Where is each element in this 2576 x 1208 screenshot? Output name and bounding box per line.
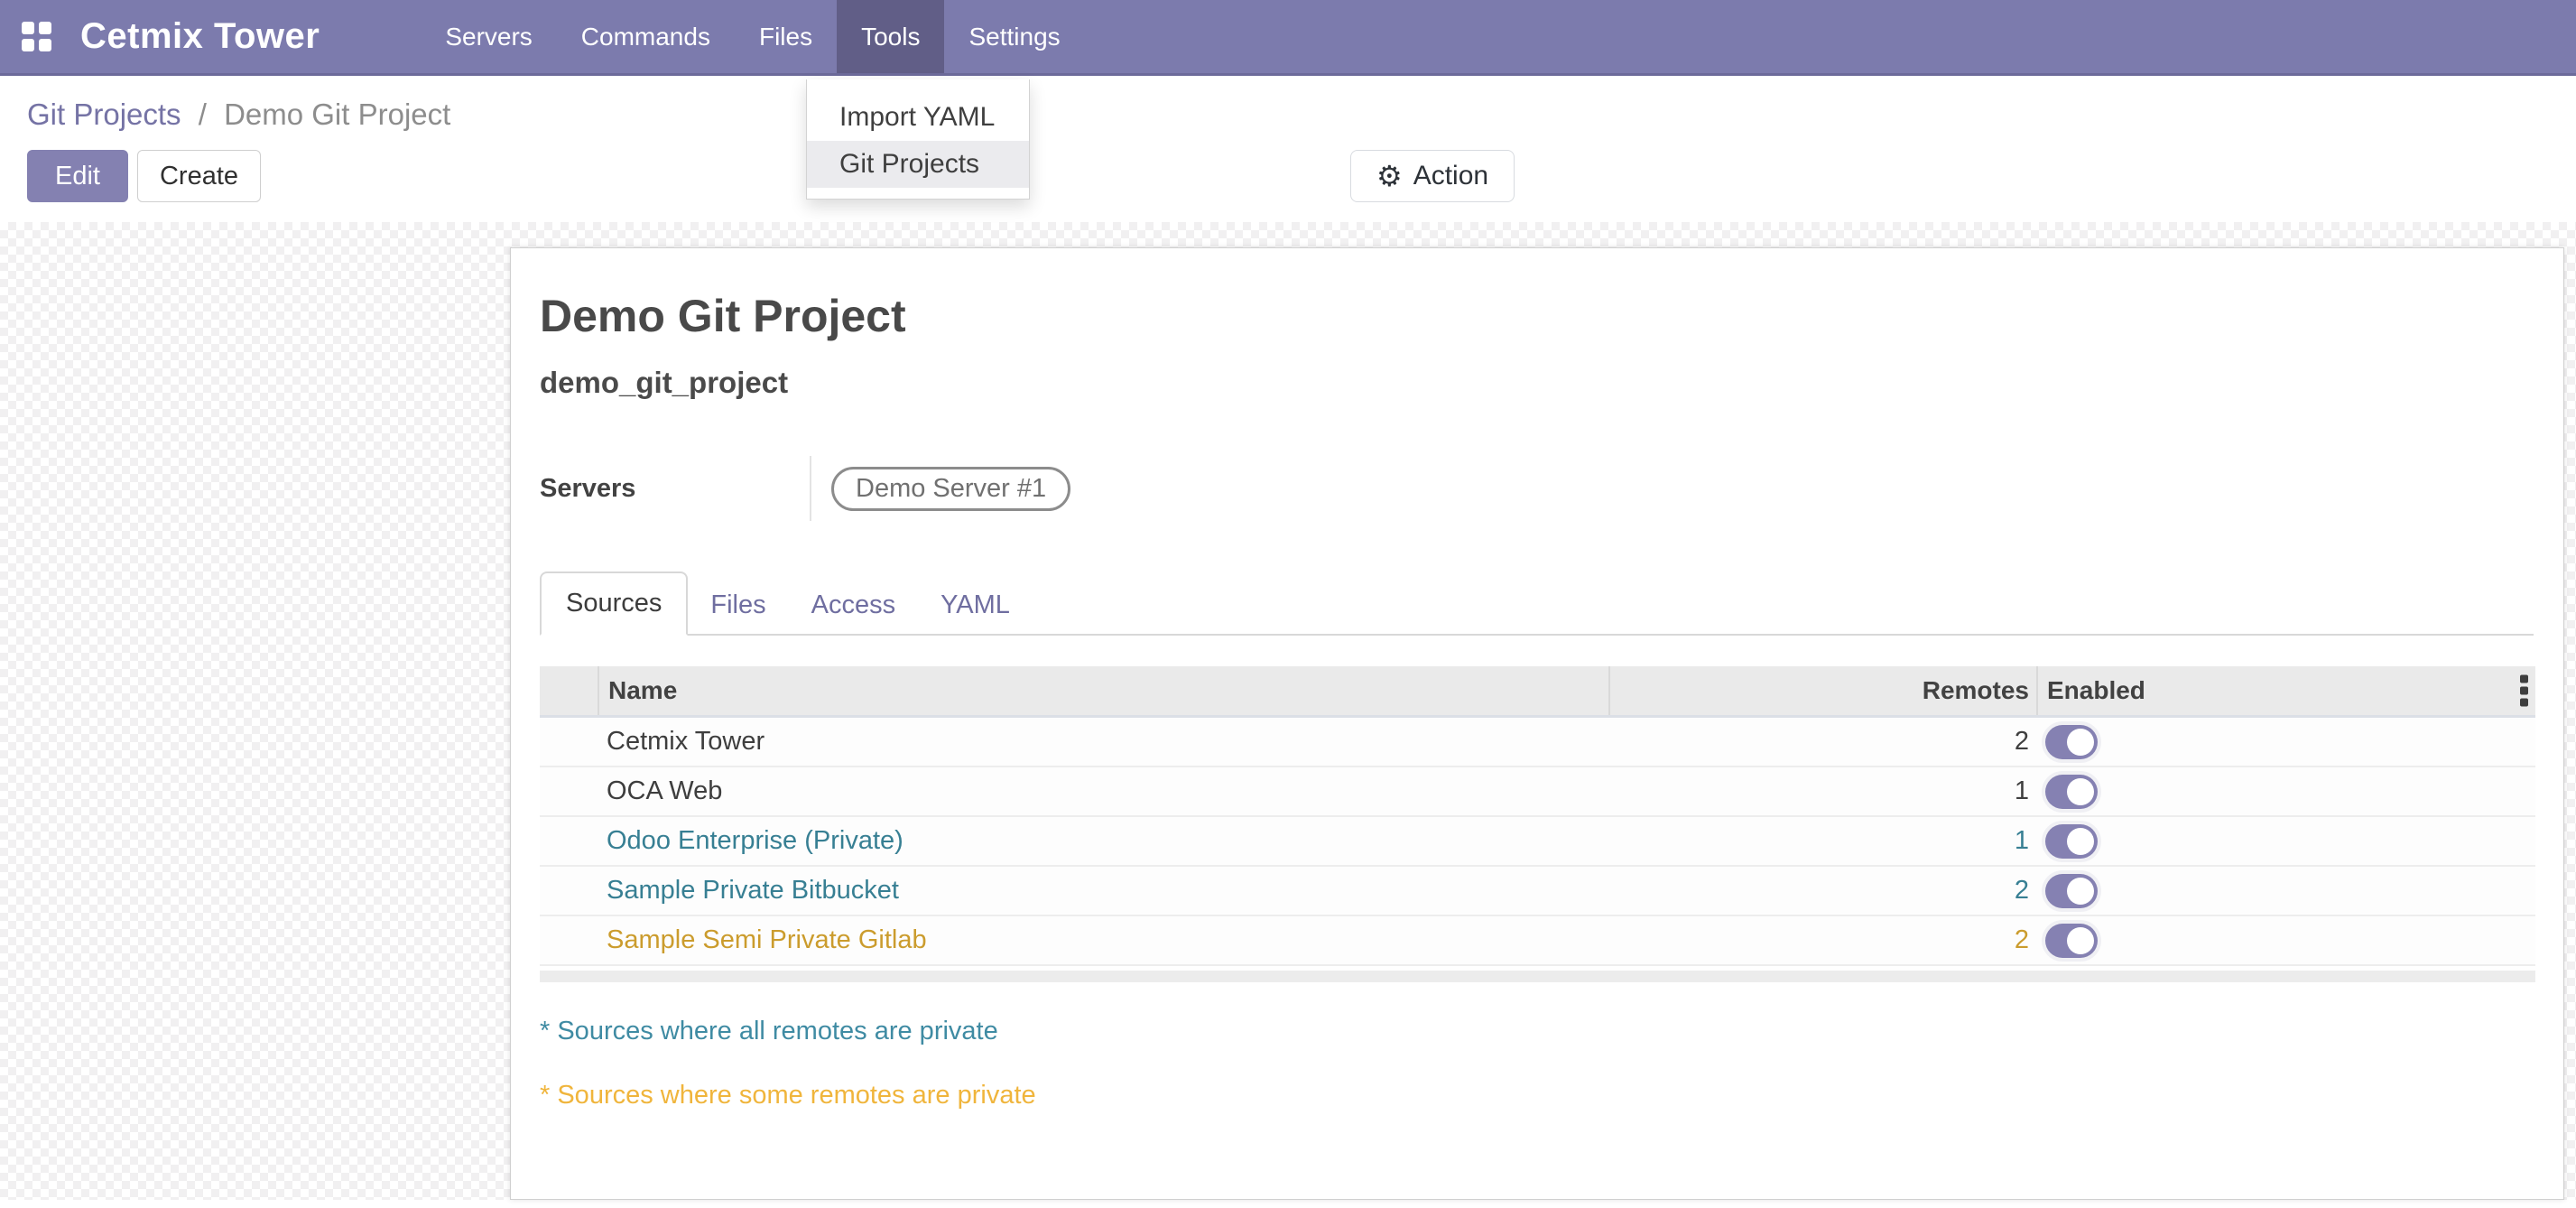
servers-field-value: Demo Server #1: [810, 456, 1070, 521]
kebab-menu-icon[interactable]: [2520, 675, 2528, 707]
remotes-count: 1: [1608, 767, 2036, 815]
top-navbar: Cetmix Tower Servers Commands Files Tool…: [0, 0, 2576, 76]
nav-item-tools[interactable]: Tools: [837, 0, 944, 73]
column-header-handle: [540, 666, 598, 715]
edit-button[interactable]: Edit: [27, 150, 128, 202]
source-name: Cetmix Tower: [598, 718, 1608, 766]
remotes-count: 2: [1608, 718, 2036, 766]
navbar-menu: Servers Commands Files Tools Settings: [421, 0, 1084, 73]
tab-sources[interactable]: Sources: [540, 571, 688, 636]
breadcrumb-current: Demo Git Project: [224, 98, 450, 131]
table-row[interactable]: Sample Private Bitbucket 2: [540, 867, 2535, 916]
record-subtitle: demo_git_project: [540, 366, 2534, 400]
table-scrollbar-track[interactable]: [540, 971, 2535, 982]
servers-field-label: Servers: [540, 474, 810, 504]
tab-files[interactable]: Files: [688, 575, 788, 636]
servers-field-row: Servers Demo Server #1: [540, 456, 2534, 521]
table-header-row: Name Remotes Enabled: [540, 666, 2535, 718]
record-title: Demo Git Project: [540, 290, 2534, 342]
control-panel: Git Projects / Demo Git Project Edit Cre…: [0, 76, 2576, 222]
brand-title[interactable]: Cetmix Tower: [59, 0, 341, 73]
nav-item-files[interactable]: Files: [735, 0, 837, 73]
create-button[interactable]: Create: [137, 150, 261, 202]
tab-yaml[interactable]: YAML: [918, 575, 1033, 636]
source-name: Sample Semi Private Gitlab: [598, 916, 1608, 964]
column-header-remotes: Remotes: [1608, 666, 2036, 715]
sources-table: Name Remotes Enabled Cetmix Tower 2 OCA …: [540, 666, 2535, 966]
remotes-count: 2: [1608, 916, 2036, 964]
action-button[interactable]: ⚙ Action: [1350, 150, 1515, 202]
footnote-all-private: * Sources where all remotes are private: [540, 1017, 2534, 1046]
table-row[interactable]: Cetmix Tower 2: [540, 718, 2535, 767]
nav-item-servers[interactable]: Servers: [421, 0, 556, 73]
table-row[interactable]: Odoo Enterprise (Private) 1: [540, 817, 2535, 867]
enabled-toggle[interactable]: [2045, 924, 2098, 958]
form-sheet: Demo Git Project demo_git_project Server…: [510, 247, 2564, 1200]
column-header-enabled: Enabled: [2036, 666, 2535, 715]
table-row[interactable]: OCA Web 1: [540, 767, 2535, 817]
breadcrumb-separator: /: [190, 98, 216, 131]
remotes-count: 1: [1608, 817, 2036, 865]
content-background: Demo Git Project demo_git_project Server…: [0, 222, 2576, 1200]
menu-item-import-yaml[interactable]: Import YAML: [807, 94, 1029, 141]
button-row: Edit Create ⚙ Action: [27, 150, 2576, 202]
enabled-toggle[interactable]: [2045, 824, 2098, 859]
column-header-name: Name: [598, 666, 1608, 715]
source-name: OCA Web: [598, 767, 1608, 815]
menu-item-git-projects[interactable]: Git Projects: [807, 141, 1029, 188]
tools-dropdown-menu: Import YAML Git Projects: [806, 79, 1030, 200]
breadcrumb-parent-link[interactable]: Git Projects: [27, 98, 181, 131]
footnote-some-private: * Sources where some remotes are private: [540, 1081, 2534, 1110]
server-tag: Demo Server #1: [831, 467, 1070, 511]
nav-item-commands[interactable]: Commands: [557, 0, 735, 73]
tab-access[interactable]: Access: [789, 575, 918, 636]
source-name: Sample Private Bitbucket: [598, 867, 1608, 915]
action-button-label: Action: [1413, 161, 1488, 191]
breadcrumb: Git Projects / Demo Git Project: [27, 98, 2576, 132]
apps-grid-icon[interactable]: [0, 0, 59, 73]
nav-item-settings[interactable]: Settings: [944, 0, 1084, 73]
notebook-tabs: Sources Files Access YAML: [540, 570, 2534, 636]
enabled-toggle[interactable]: [2045, 725, 2098, 759]
enabled-toggle[interactable]: [2045, 775, 2098, 809]
source-name: Odoo Enterprise (Private): [598, 817, 1608, 865]
enabled-toggle[interactable]: [2045, 874, 2098, 908]
apps-grid-icon-glyph: [22, 22, 51, 51]
remotes-count: 2: [1608, 867, 2036, 915]
table-row[interactable]: Sample Semi Private Gitlab 2: [540, 916, 2535, 966]
gear-icon: ⚙: [1376, 162, 1403, 190]
